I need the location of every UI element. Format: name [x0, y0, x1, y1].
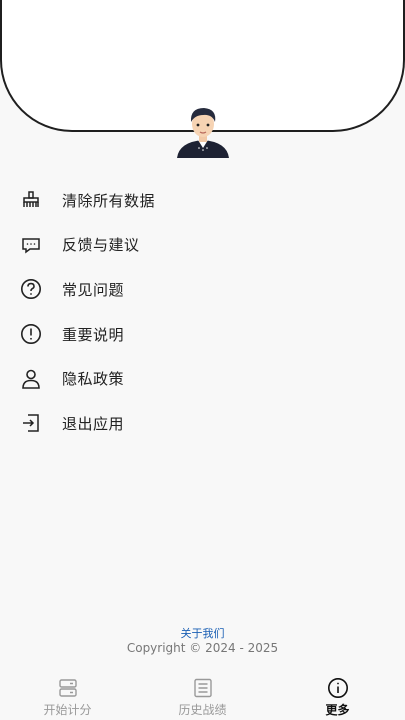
person-icon [20, 368, 42, 390]
scoreboard-icon [57, 677, 79, 699]
bottom-tab-bar: 开始计分 历史战绩 更多 [0, 672, 405, 720]
menu-item-label: 退出应用 [62, 414, 125, 433]
about-us-link[interactable]: 关于我们 [0, 625, 405, 641]
avatar [176, 104, 230, 158]
question-icon [20, 278, 42, 300]
tab-history[interactable]: 历史战绩 [135, 672, 270, 720]
menu-item-label: 隐私政策 [62, 370, 125, 389]
settings-menu: 清除所有数据 反馈与建议 常见问题 重要说明 隐私政策 退出应用 [0, 178, 405, 446]
copyright-text: Copyright © 2024 - 2025 [126, 641, 279, 655]
exclamation-icon [20, 323, 42, 345]
tab-label: 开始计分 [43, 703, 92, 717]
menu-item-faq[interactable]: 常见问题 [0, 267, 405, 312]
broom-icon [20, 189, 42, 211]
menu-item-privacy-policy[interactable]: 隐私政策 [0, 356, 405, 401]
tab-label: 历史战绩 [178, 703, 227, 717]
menu-item-label: 清除所有数据 [62, 191, 156, 210]
tab-start-scoring[interactable]: 开始计分 [0, 672, 135, 720]
menu-item-exit-app[interactable]: 退出应用 [0, 401, 405, 446]
tab-more[interactable]: 更多 [270, 672, 405, 720]
feedback-icon [20, 234, 42, 256]
tab-label: 更多 [325, 703, 350, 717]
list-icon [192, 677, 214, 699]
exit-icon [20, 412, 42, 434]
menu-item-label: 反馈与建议 [62, 236, 140, 255]
menu-item-feedback[interactable]: 反馈与建议 [0, 223, 405, 268]
menu-item-label: 重要说明 [62, 325, 125, 344]
menu-item-clear-data[interactable]: 清除所有数据 [0, 178, 405, 223]
menu-item-important-notice[interactable]: 重要说明 [0, 312, 405, 357]
info-icon [327, 677, 349, 699]
menu-item-label: 常见问题 [62, 280, 125, 299]
